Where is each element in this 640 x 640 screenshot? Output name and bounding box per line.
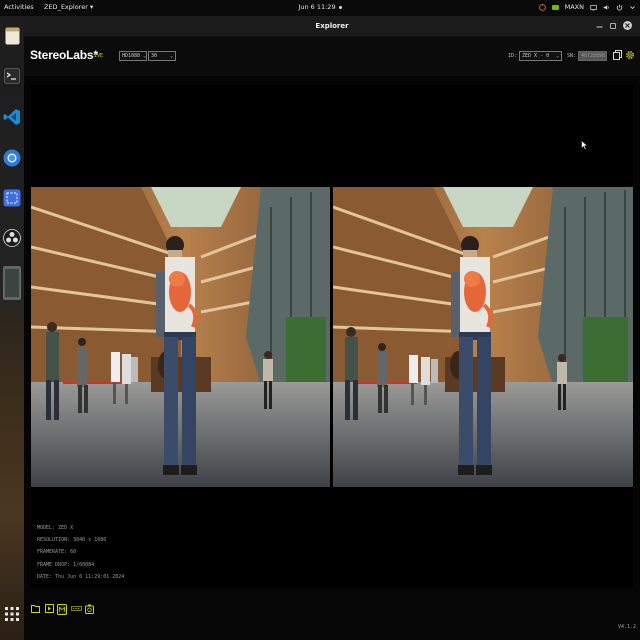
window-title: Explorer bbox=[315, 22, 349, 30]
window-titlebar[interactable]: Explorer bbox=[24, 16, 640, 37]
system-top-bar: Activities ZED_Explorer ▾ Jun 6 11:29 MA… bbox=[0, 0, 640, 16]
info-frame-drop: FRAME DROP: 1/60084 bbox=[37, 561, 95, 568]
clock-text: Jun 6 11:29 bbox=[298, 3, 336, 11]
resolution-value: HD1080 bbox=[122, 53, 141, 59]
files-icon bbox=[5, 27, 19, 45]
snapshot-icon[interactable] bbox=[85, 604, 94, 614]
chevron-down-icon: ⌄ bbox=[143, 53, 147, 59]
window-thumbnail bbox=[3, 266, 21, 300]
screenshot-icon bbox=[3, 189, 21, 207]
dock bbox=[0, 16, 24, 640]
info-model: MODEL: ZED X bbox=[37, 525, 74, 531]
minimize-icon[interactable] bbox=[595, 21, 604, 30]
camera-toolbar: StereoLabs* LIVE HD1080 ⌄ 30 ⌄ ID: ZED X -… bbox=[24, 38, 640, 76]
camera-id-value: ZED X - 0 bbox=[522, 53, 550, 59]
resolution-select[interactable]: HD1080 ⌄ bbox=[119, 51, 147, 61]
nvidia-icon[interactable] bbox=[551, 4, 559, 10]
dock-files[interactable] bbox=[3, 26, 21, 46]
left-camera-image bbox=[31, 187, 330, 487]
dock-terminal[interactable] bbox=[3, 66, 21, 86]
terminal-icon bbox=[4, 68, 20, 84]
dock-window-thumbnail[interactable] bbox=[3, 266, 21, 300]
camera-id-label: ID: bbox=[508, 53, 518, 59]
ubuntu-logo-icon[interactable] bbox=[538, 3, 546, 11]
folder-icon[interactable] bbox=[31, 604, 40, 613]
right-camera-image bbox=[333, 187, 633, 487]
system-tray[interactable]: MAXN bbox=[538, 3, 636, 11]
info-framerate: FRAMERATE: 60 bbox=[37, 549, 77, 556]
brand-logo: StereoLabs* bbox=[30, 48, 98, 62]
video-icon[interactable] bbox=[45, 604, 54, 613]
rec-label-icon[interactable] bbox=[71, 604, 82, 613]
explorer-window: Explorer StereoLabs* LIVE HD1080 ⌄ 30 ⌄ ID… bbox=[24, 16, 640, 640]
chevron-down-icon[interactable] bbox=[629, 4, 636, 11]
dock-vscode[interactable] bbox=[3, 107, 21, 127]
bottom-toolbar: V4.1.2 bbox=[24, 589, 640, 640]
notification-dot bbox=[338, 5, 342, 9]
fps-value: 30 bbox=[151, 53, 158, 59]
chevron-down-icon: ⌄ bbox=[169, 53, 173, 59]
live-indicator: LIVE bbox=[91, 53, 104, 59]
camera-info-panel: MODEL: ZED X RESOLUTION: 3840 x 1080 FRA… bbox=[37, 522, 124, 583]
fps-select[interactable]: 30 ⌄ bbox=[148, 51, 176, 61]
power-mode-label[interactable]: MAXN bbox=[565, 3, 584, 11]
chevron-down-icon: ⌄ bbox=[555, 53, 559, 59]
dock-chromium[interactable] bbox=[3, 148, 21, 168]
power-icon[interactable] bbox=[616, 4, 623, 11]
vscode-icon bbox=[3, 109, 20, 125]
maximize-button[interactable] bbox=[610, 23, 616, 29]
rec-mode-icon[interactable] bbox=[57, 604, 67, 615]
serial-number-field: 40728890 bbox=[578, 51, 607, 61]
chromium-icon bbox=[3, 149, 21, 167]
show-apps-icon[interactable] bbox=[4, 606, 20, 622]
close-icon[interactable] bbox=[623, 21, 632, 30]
dock-obs[interactable] bbox=[3, 228, 21, 248]
serial-number-label: SN: bbox=[567, 53, 577, 59]
dock-screenshot[interactable] bbox=[3, 188, 21, 208]
volume-icon[interactable] bbox=[603, 4, 610, 11]
info-date: DATE: Thu Jun 6 11:29:01 2024 bbox=[37, 573, 125, 580]
mouse-cursor-icon bbox=[581, 140, 588, 150]
app-version: V4.1.2 bbox=[618, 624, 637, 630]
obs-icon bbox=[3, 229, 21, 247]
info-resolution: RESOLUTION: 3840 x 1080 bbox=[37, 537, 107, 544]
camera-viewport[interactable]: MODEL: ZED X RESOLUTION: 3840 x 1080 FRA… bbox=[31, 85, 633, 588]
settings-icon[interactable] bbox=[625, 50, 635, 60]
network-icon[interactable] bbox=[590, 4, 597, 11]
camera-id-select[interactable]: ZED X - 0 ⌄ bbox=[519, 51, 562, 61]
copy-icon[interactable] bbox=[613, 50, 622, 60]
